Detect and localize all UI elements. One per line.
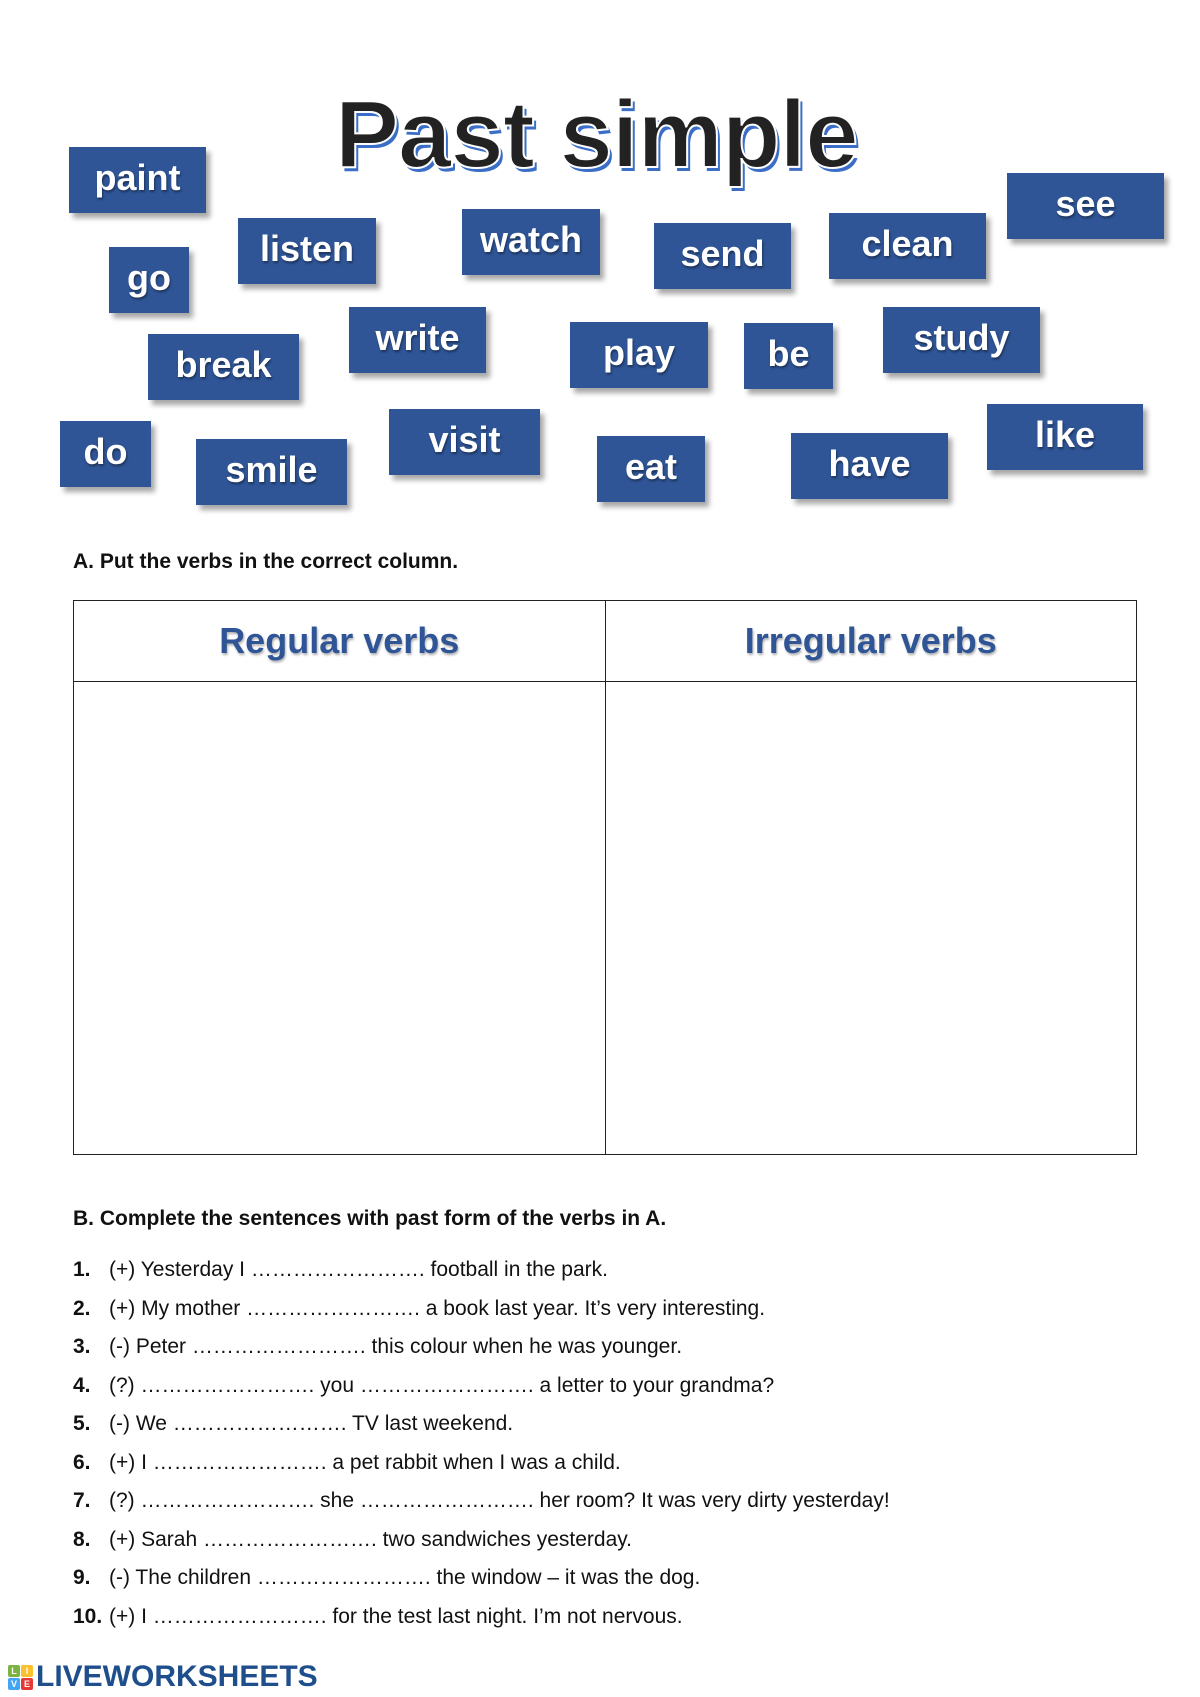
verb-chip[interactable]: clean — [829, 213, 986, 279]
verb-chip[interactable]: play — [570, 322, 708, 388]
sentence-number: 4. — [73, 1373, 91, 1397]
logo-block: E — [21, 1677, 33, 1690]
sentence-text[interactable]: (+) I ……………………. a pet rabbit when I was … — [109, 1451, 621, 1474]
sentence-text[interactable]: (?) ……………………. you ……………………. a letter to … — [109, 1374, 774, 1397]
sentence-number: 5. — [73, 1412, 91, 1435]
sentence-text[interactable]: (+) Sarah ……………………. two sandwiches yeste… — [109, 1528, 632, 1551]
sentence-item: 2. (+) My mother ……………………. a book last ye… — [73, 1297, 765, 1321]
sentence-text[interactable]: (-) We ……………………. TV last weekend. — [109, 1412, 513, 1435]
verb-chip[interactable]: do — [60, 421, 151, 487]
regular-verbs-header: Regular verbs — [73, 600, 606, 682]
sentence-item: 3. (-) Peter ……………………. this colour when h… — [73, 1335, 682, 1359]
verb-chip[interactable]: eat — [597, 436, 705, 502]
sentence-item: 5. (-) We ……………………. TV last weekend. — [73, 1412, 513, 1436]
verb-chip[interactable]: see — [1007, 173, 1164, 239]
page-title: Past simple — [334, 80, 860, 189]
sentence-number: 6. — [73, 1450, 91, 1474]
verb-chip[interactable]: paint — [69, 147, 206, 213]
verb-chip[interactable]: smile — [196, 439, 347, 505]
verb-chip[interactable]: like — [987, 404, 1143, 470]
sentence-number: 1. — [73, 1258, 91, 1281]
sentence-number: 9. — [73, 1566, 91, 1589]
logo-blocks-icon: L I V E — [8, 1664, 33, 1690]
sentence-item: 8. (+) Sarah ……………………. two sandwiches yes… — [73, 1528, 632, 1552]
logo-text: LIVEWORKSHEETS — [36, 1660, 318, 1693]
sentence-item: 10. (+) I ……………………. for the test last nig… — [73, 1605, 683, 1629]
sentence-text[interactable]: (-) Peter ……………………. this colour when he … — [109, 1335, 682, 1358]
verb-chip[interactable]: study — [883, 307, 1040, 373]
verb-chip[interactable]: break — [148, 334, 299, 400]
section-b-heading: B. Complete the sentences with past form… — [73, 1207, 667, 1230]
verb-columns-table: Regular verbs Irregular verbs — [73, 600, 1137, 1155]
sentence-number: 8. — [73, 1527, 91, 1551]
sentence-item: 9. (-) The children ……………………. the window … — [73, 1566, 700, 1590]
sentence-number: 10. — [73, 1604, 103, 1628]
sentence-number: 7. — [73, 1489, 91, 1512]
irregular-verbs-header: Irregular verbs — [604, 600, 1137, 682]
section-a-heading: A. Put the verbs in the correct column. — [73, 550, 459, 573]
logo-block: L — [8, 1664, 20, 1677]
sentence-item: 1. (+) Yesterday I ……………………. football in … — [73, 1258, 608, 1282]
verb-chip[interactable]: have — [791, 433, 948, 499]
sentence-text[interactable]: (+) My mother ……………………. a book last year… — [109, 1297, 765, 1320]
logo-block: V — [8, 1677, 20, 1690]
verb-chip[interactable]: watch — [462, 209, 600, 275]
verb-chip[interactable]: write — [349, 307, 486, 373]
verb-chip[interactable]: listen — [238, 218, 376, 284]
liveworksheets-logo: L I V E LIVEWORKSHEETS — [8, 1660, 318, 1694]
sentence-item: 4. (?) ……………………. you ……………………. a letter t… — [73, 1374, 774, 1398]
sentence-text[interactable]: (?) ……………………. she ……………………. her room? It… — [109, 1489, 890, 1512]
regular-verbs-dropzone[interactable] — [73, 681, 606, 1155]
sentence-text[interactable]: (+) I ……………………. for the test last night.… — [109, 1605, 683, 1628]
logo-block: I — [21, 1664, 33, 1677]
sentence-item: 6. (+) I ……………………. a pet rabbit when I wa… — [73, 1451, 621, 1475]
sentence-text[interactable]: (+) Yesterday I ……………………. football in th… — [109, 1258, 608, 1281]
irregular-verbs-dropzone[interactable] — [604, 681, 1137, 1155]
verb-chip[interactable]: be — [744, 323, 833, 389]
sentence-number: 3. — [73, 1335, 91, 1358]
verb-chip[interactable]: go — [109, 247, 189, 313]
verb-chip[interactable]: visit — [389, 409, 540, 475]
sentence-item: 7. (?) ……………………. she ……………………. her room? … — [73, 1489, 890, 1513]
sentence-number: 2. — [73, 1296, 91, 1320]
sentence-text[interactable]: (-) The children ……………………. the window – … — [109, 1566, 700, 1589]
verb-chip[interactable]: send — [654, 223, 791, 289]
